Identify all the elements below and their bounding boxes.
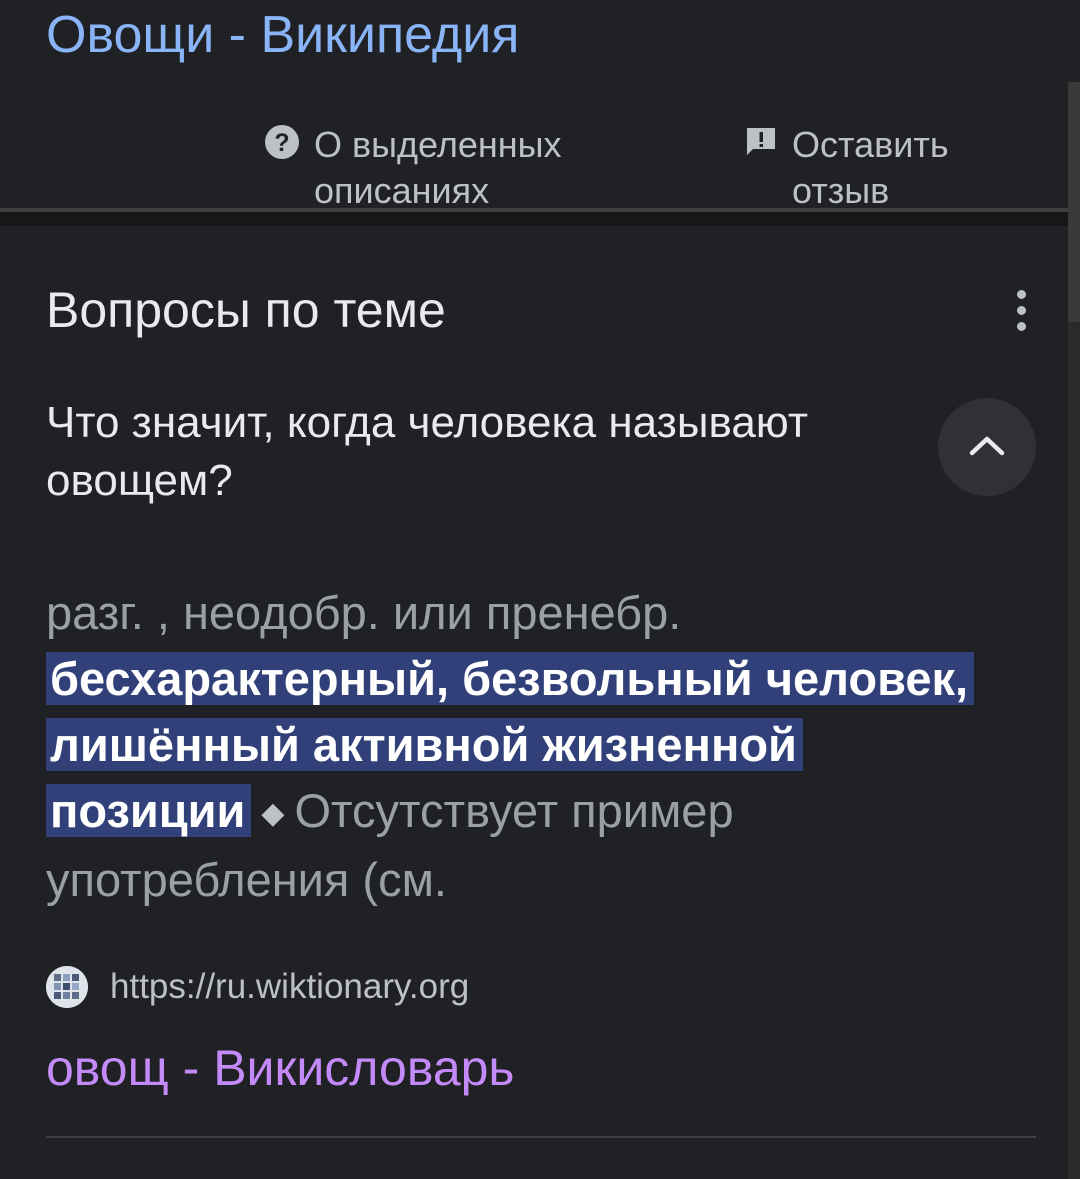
more-vert-icon-dot bbox=[1016, 289, 1026, 299]
source-url: https://ru.wiktionary.org bbox=[110, 967, 470, 1006]
collapse-question-button[interactable] bbox=[938, 398, 1036, 496]
more-vert-icon-dot bbox=[1016, 305, 1026, 315]
more-vert-icon-dot bbox=[1016, 321, 1026, 331]
wiktionary-result-title-link[interactable]: овощ - Викисловарь bbox=[46, 1036, 514, 1100]
leave-feedback-button[interactable]: Оставить отзыв bbox=[744, 122, 1044, 208]
answer-snippet: разг. , неодобр. или пренебр. бесхаракте… bbox=[46, 580, 1036, 913]
about-featured-snippets-label: О выделенных описаниях bbox=[314, 124, 562, 208]
more-options-button[interactable] bbox=[998, 282, 1044, 338]
related-questions-heading: Вопросы по теме bbox=[46, 282, 446, 338]
featured-snippet-feedback-row: ? О выделенных описаниях Оставить отзыв bbox=[0, 110, 1068, 208]
bottom-divider bbox=[46, 1136, 1036, 1138]
answer-prefix: разг. , неодобр. или пренебр. bbox=[46, 586, 682, 639]
search-results-page: Овощи - Википедия ? О выделенных описани… bbox=[0, 0, 1080, 1179]
wikipedia-result-title-link[interactable]: Овощи - Википедия bbox=[46, 2, 519, 68]
diamond-separator-icon: ◆ bbox=[261, 797, 285, 830]
wiktionary-favicon-icon bbox=[46, 966, 88, 1008]
section-separator-band bbox=[0, 212, 1068, 226]
about-featured-snippets-button[interactable]: ? О выделенных описаниях bbox=[264, 122, 644, 208]
feedback-icon bbox=[744, 124, 778, 171]
related-question-text[interactable]: Что значит, когда человека называют овощ… bbox=[46, 394, 906, 510]
help-circle-icon: ? bbox=[264, 124, 300, 171]
leave-feedback-label: Оставить отзыв bbox=[792, 124, 949, 208]
source-site-row[interactable]: https://ru.wiktionary.org bbox=[46, 962, 469, 1012]
chevron-up-icon bbox=[969, 434, 1005, 461]
svg-text:?: ? bbox=[274, 129, 289, 157]
scrollbar-thumb[interactable] bbox=[1068, 82, 1080, 322]
